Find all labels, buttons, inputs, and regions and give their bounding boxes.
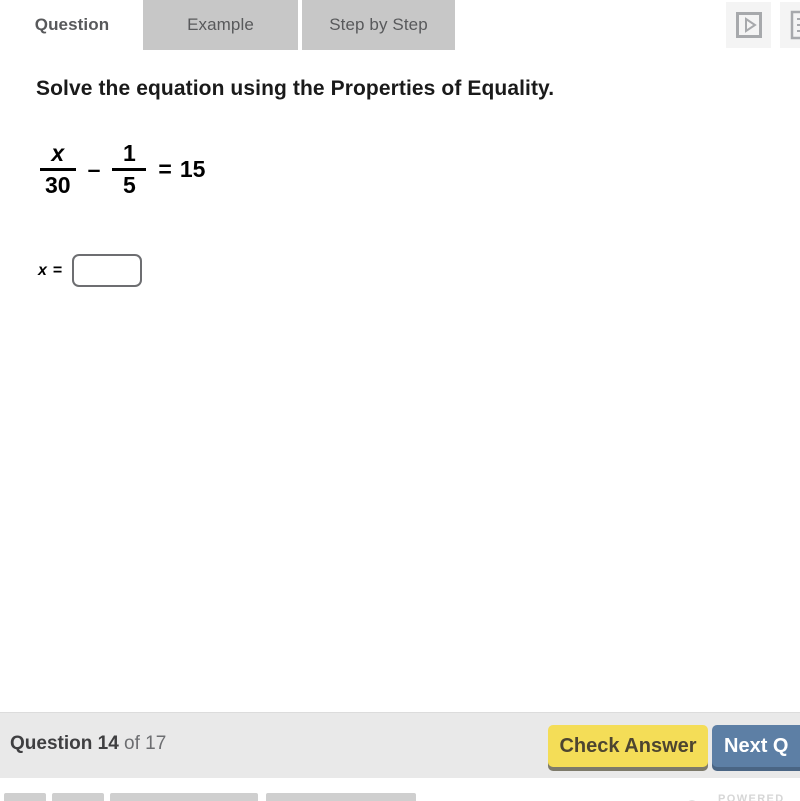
notes-icon	[790, 10, 800, 40]
next-question-button[interactable]: Next Q	[712, 725, 800, 767]
fraction-left-numerator: x	[51, 140, 65, 166]
equation-result: 15	[179, 156, 206, 182]
powered-logo-icon	[688, 800, 696, 801]
tab-question-label: Question	[34, 15, 110, 34]
answer-equals-sign: =	[52, 261, 63, 279]
equation-equals-sign: =	[158, 156, 172, 182]
toolbar-chip[interactable]	[52, 793, 104, 801]
equation-operator: –	[87, 156, 101, 182]
toolbar-chip[interactable]	[266, 793, 416, 801]
answer-input[interactable]	[72, 254, 143, 287]
notes-button[interactable]	[780, 2, 800, 48]
footer-bar: Question 14 of 17 Check Answer Next Q	[0, 712, 800, 778]
tab-example-label: Example	[187, 15, 254, 34]
toolbar-chip[interactable]	[4, 793, 46, 801]
tab-step-by-step-label: Step by Step	[329, 15, 428, 34]
fraction-left-denominator: 30	[45, 172, 71, 198]
question-counter: Question 14 of 17	[10, 733, 166, 755]
answer-row: x =	[38, 254, 143, 287]
question-counter-suffix: of 17	[124, 733, 167, 754]
question-content: Solve the equation using the Properties …	[0, 52, 800, 712]
toolbar-chip[interactable]	[110, 793, 258, 801]
fraction-right: 1 5	[112, 140, 147, 198]
tab-example[interactable]: Example	[143, 0, 298, 50]
powered-by-label: POWERED	[718, 793, 785, 801]
bottom-toolbar-strip: POWERED	[0, 779, 800, 801]
fraction-right-denominator: 5	[122, 172, 136, 198]
next-question-label: Next Q	[724, 734, 789, 757]
question-prompt: Solve the equation using the Properties …	[36, 77, 555, 100]
question-counter-current: 14	[97, 733, 119, 754]
equation: x 30 – 1 5 = 15	[38, 142, 205, 197]
fraction-right-numerator: 1	[122, 140, 136, 166]
check-answer-label: Check Answer	[559, 734, 697, 757]
tab-bar: Question Example Step by Step	[0, 0, 800, 52]
tab-step-by-step[interactable]: Step by Step	[302, 0, 455, 50]
fraction-left: x 30	[40, 142, 76, 197]
tab-question[interactable]: Question	[8, 0, 136, 50]
play-button[interactable]	[726, 2, 771, 48]
question-counter-prefix: Question	[10, 733, 93, 754]
play-icon	[735, 12, 762, 38]
answer-variable-label: x	[38, 261, 47, 279]
check-answer-button[interactable]: Check Answer	[548, 725, 708, 767]
